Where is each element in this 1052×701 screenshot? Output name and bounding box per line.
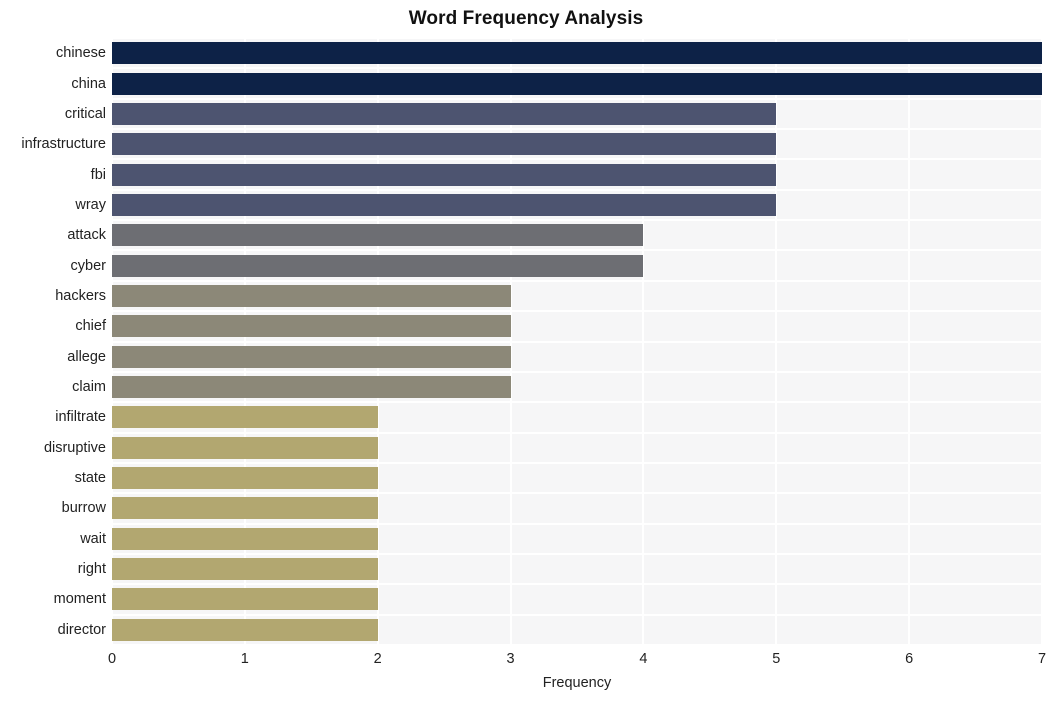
bar xyxy=(112,72,1042,95)
y-tick-label: attack xyxy=(67,227,106,244)
bar xyxy=(112,497,378,520)
x-tick-label: 6 xyxy=(905,651,914,667)
x-axis-title: Frequency xyxy=(542,675,612,691)
plot-area xyxy=(111,37,1043,646)
bars-layer xyxy=(112,38,1042,645)
chart-title: Word Frequency Analysis xyxy=(408,8,644,29)
x-tick-label: 1 xyxy=(240,651,249,667)
x-tick-label: 3 xyxy=(506,651,515,667)
y-tick-label: cyber xyxy=(70,257,106,274)
bar xyxy=(112,254,644,277)
y-tick-label: right xyxy=(77,561,106,578)
bar xyxy=(112,436,378,459)
y-tick-label: hackers xyxy=(55,287,106,304)
x-tick-label: 7 xyxy=(1037,651,1047,667)
x-tick-label: 0 xyxy=(107,651,117,667)
y-tick-label: wait xyxy=(80,530,106,547)
y-tick-label: infiltrate xyxy=(55,409,106,426)
bar xyxy=(112,133,777,156)
y-axis-tick-labels: chinese china critical infrastructure fbi wra… xyxy=(0,38,106,645)
y-tick-label: chief xyxy=(75,318,106,335)
bar xyxy=(112,406,378,429)
y-tick-label: disruptive xyxy=(43,439,106,456)
bar xyxy=(112,163,777,186)
y-tick-label: allege xyxy=(67,348,106,365)
x-tick-label: 4 xyxy=(639,651,648,667)
y-tick-label: critical xyxy=(64,105,106,122)
y-tick-label: moment xyxy=(53,591,106,608)
bar xyxy=(112,376,511,399)
x-axis-tick-labels: 0 1 2 3 4 5 6 7 xyxy=(108,645,1046,675)
x-tick-label: 2 xyxy=(373,651,382,667)
y-tick-label: burrow xyxy=(61,500,106,517)
word-frequency-bar-chart: Word Frequency Analysis chinese china crit… xyxy=(0,0,1052,701)
bar xyxy=(112,102,777,125)
y-tick-label: chinese xyxy=(56,45,106,62)
y-tick-label: china xyxy=(71,75,106,92)
bar xyxy=(112,42,1042,65)
bar xyxy=(112,618,378,641)
bar xyxy=(112,345,511,368)
bar xyxy=(112,315,511,338)
x-tick-label: 5 xyxy=(772,651,781,667)
y-tick-label: wray xyxy=(75,196,106,213)
bar xyxy=(112,193,777,216)
y-tick-label: fbi xyxy=(90,166,106,183)
bar xyxy=(112,224,644,247)
bar xyxy=(112,284,511,307)
bar xyxy=(112,558,378,581)
bar xyxy=(112,467,378,490)
bar xyxy=(112,588,378,611)
y-tick-label: infrastructure xyxy=(21,136,106,153)
y-tick-label: director xyxy=(57,621,106,638)
y-tick-label: claim xyxy=(72,379,106,396)
bar xyxy=(112,527,378,550)
y-tick-label: state xyxy=(74,470,106,487)
